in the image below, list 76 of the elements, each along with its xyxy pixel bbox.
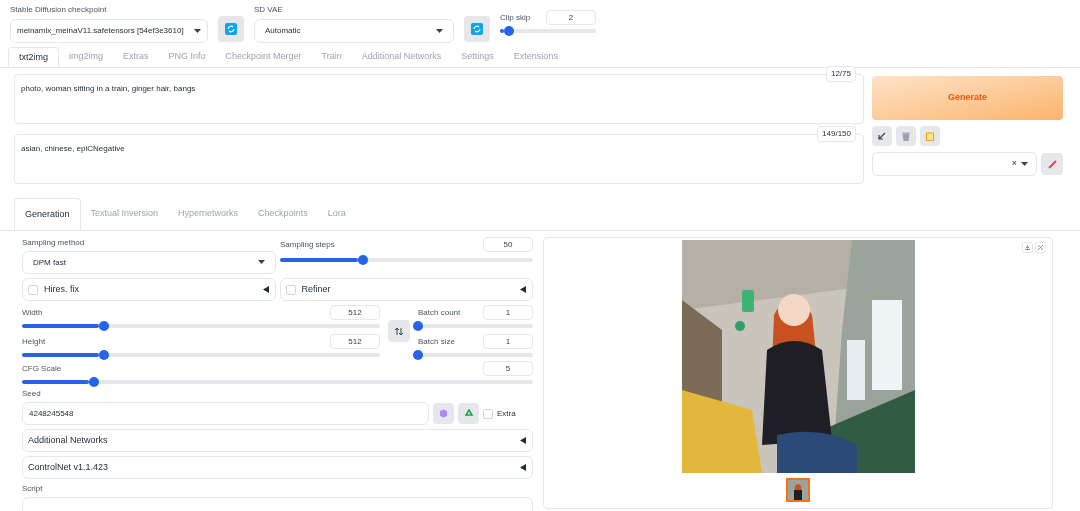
field-label: Batch size xyxy=(418,335,455,348)
accordion-label: Refiner xyxy=(301,282,332,296)
sub-tab[interactable]: Generation xyxy=(14,198,81,230)
number-field[interactable]: 5 xyxy=(483,361,533,376)
checkpoint-dropdown[interactable]: meinamix_meinaV11.safetensors [54ef3e3610] xyxy=(10,19,208,43)
refresh-button[interactable] xyxy=(464,16,490,42)
token-counter: 149/150 xyxy=(817,126,856,142)
checkbox[interactable] xyxy=(28,284,38,295)
checkbox[interactable] xyxy=(483,408,493,419)
read-params-button[interactable] xyxy=(872,126,892,146)
accordion-header[interactable]: Additional Networks xyxy=(22,429,533,452)
slider-thumb[interactable] xyxy=(413,350,423,360)
field-label: Sampling method xyxy=(22,237,86,249)
swap-icon xyxy=(395,326,403,336)
field-label: Seed xyxy=(22,388,42,400)
swap-button[interactable] xyxy=(388,320,410,342)
collapse-icon xyxy=(262,286,270,293)
accordion-header[interactable]: Refiner xyxy=(279,278,533,301)
clipboard-icon xyxy=(926,131,934,141)
accordion-header[interactable]: Hires. fix xyxy=(22,278,276,301)
collapse-icon xyxy=(520,437,527,444)
sampler-dropdown[interactable]: DPM fast xyxy=(22,251,276,274)
collapse-icon xyxy=(520,464,527,471)
pencil-icon xyxy=(1047,159,1057,169)
slider-thumb[interactable] xyxy=(503,26,514,36)
slider-thumb[interactable] xyxy=(358,255,369,265)
reuse-seed-button[interactable] xyxy=(458,403,479,424)
caret-icon xyxy=(258,260,265,265)
caret-icon xyxy=(1021,161,1028,167)
extra-label: Extra xyxy=(497,407,517,420)
number-field[interactable]: 512 xyxy=(330,305,380,320)
number-field[interactable]: 1 xyxy=(483,334,533,349)
main-tab[interactable]: txt2img xyxy=(8,47,59,67)
number-field[interactable]: 512 xyxy=(330,334,380,349)
clipboard-button[interactable] xyxy=(920,126,940,146)
caret-icon xyxy=(436,28,443,34)
accordion-label: Hires. fix xyxy=(44,282,80,296)
thumbnail[interactable] xyxy=(786,478,810,502)
field-label: Height xyxy=(22,335,46,348)
dice-icon xyxy=(439,409,448,418)
slider-thumb[interactable] xyxy=(99,321,110,331)
number-field[interactable]: 50 xyxy=(483,237,533,252)
styles-dropdown[interactable]: × xyxy=(872,152,1037,176)
recycle-icon xyxy=(463,408,474,419)
field-label: SD VAE xyxy=(254,4,284,16)
download-button[interactable] xyxy=(1022,242,1033,253)
refresh-icon xyxy=(225,23,237,35)
caret-icon xyxy=(194,28,201,34)
refresh-button[interactable] xyxy=(218,16,244,42)
accordion-header[interactable]: ControlNet v1.1.423 xyxy=(22,456,533,479)
slider-thumb[interactable] xyxy=(413,321,423,331)
arrow-icon xyxy=(878,132,886,140)
field-label: Stable Diffusion checkpoint xyxy=(10,4,108,16)
field-label: Sampling steps xyxy=(280,238,335,251)
collapse-icon xyxy=(520,286,527,293)
number-field[interactable]: 1 xyxy=(483,305,533,320)
refresh-icon xyxy=(471,23,483,35)
close-button[interactable] xyxy=(1035,242,1046,253)
field-label: Batch count xyxy=(418,306,461,319)
seed-field[interactable]: 4248245548 xyxy=(22,402,429,425)
checkbox[interactable] xyxy=(285,284,296,295)
field-label: Width xyxy=(22,306,43,319)
random-seed-button[interactable] xyxy=(433,403,454,424)
trash-icon xyxy=(902,131,910,141)
number-field[interactable]: 2 xyxy=(546,10,596,25)
vae-dropdown[interactable]: Automatic xyxy=(254,19,454,43)
trash-button[interactable] xyxy=(896,126,916,146)
edit-styles-button[interactable] xyxy=(1041,153,1063,175)
field-label: Script xyxy=(22,483,44,495)
field-label: CFG Scale xyxy=(22,362,62,375)
token-counter: 12/75 xyxy=(825,66,856,82)
slider-thumb[interactable] xyxy=(99,350,110,360)
close-icon xyxy=(1038,245,1043,250)
download-icon xyxy=(1025,245,1030,250)
field-label: Clip skip xyxy=(500,11,531,24)
slider-thumb[interactable] xyxy=(88,377,99,387)
